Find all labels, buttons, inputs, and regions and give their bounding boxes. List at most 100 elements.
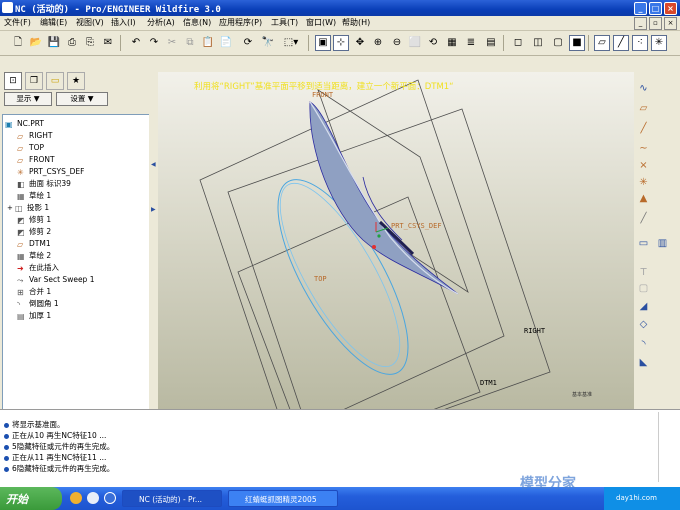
zoom-in-icon[interactable]: ⊕ <box>370 35 386 51</box>
model-tree-tab-icon[interactable]: ⊡ <box>4 72 22 90</box>
quicklaunch-icon[interactable] <box>70 492 82 504</box>
model-tree-item[interactable]: ▦ 草绘 2 <box>17 250 51 262</box>
favorites-tab-icon[interactable]: ★ <box>67 72 85 90</box>
task-screenshot-tool[interactable]: 红蜻蜓抓图精灵2005 <box>228 490 338 507</box>
csys-toggle-icon[interactable]: ✳ <box>651 35 667 51</box>
model-tree-item[interactable]: ▱ DTM1 <box>17 238 51 250</box>
find-icon[interactable]: 🔭 <box>260 35 276 51</box>
model-tree-item[interactable]: ▱ RIGHT <box>17 130 52 142</box>
pattern-tool-icon[interactable]: ▥ <box>656 237 669 250</box>
datum-axes-toggle-icon[interactable]: ╱ <box>613 35 629 51</box>
show-dropdown[interactable]: 显示 ▼ <box>4 92 52 106</box>
model-tree-item[interactable]: ▱ FRONT <box>17 154 55 166</box>
model-tree-item[interactable]: ▤ 加厚 1 <box>17 310 51 322</box>
menu-window[interactable]: 窗口(W) <box>306 17 336 28</box>
model-tree-item[interactable]: ➜ 在此插入 <box>17 262 59 274</box>
message-scrollbar[interactable] <box>658 412 679 482</box>
datum-points-toggle-icon[interactable]: ⁖ <box>632 35 648 51</box>
datum-curve-tool-icon[interactable]: ∼ <box>637 142 650 155</box>
minimize-button[interactable]: _ <box>634 2 647 15</box>
paste-special-icon[interactable]: 📄 <box>218 35 234 51</box>
menu-view[interactable]: 视图(V) <box>76 17 104 28</box>
top-datum-plane[interactable] <box>227 108 551 409</box>
print-preview-icon[interactable]: ⎘ <box>82 35 98 51</box>
menu-insert[interactable]: 插入(I) <box>111 17 136 28</box>
save-icon[interactable]: 💾 <box>46 35 62 51</box>
insert-feature-icon[interactable]: ╱ <box>637 212 650 225</box>
csys-tool-icon[interactable]: ✳ <box>637 176 650 189</box>
layers-icon[interactable]: ≣ <box>463 35 479 51</box>
quicklaunch-icon[interactable] <box>104 492 116 504</box>
menu-file[interactable]: 文件(F) <box>4 17 31 28</box>
expand-arrow-icon[interactable]: ▶ <box>151 206 156 216</box>
hole-tool-icon[interactable]: T <box>637 266 650 279</box>
model-tree-item[interactable]: ⤳ Var Sect Sweep 1 <box>17 274 94 286</box>
shading-icon[interactable]: ■ <box>569 35 585 51</box>
selection-filter-icon[interactable]: ⬚▾ <box>280 35 302 51</box>
no-hidden-icon[interactable]: ▢ <box>550 35 566 51</box>
model-tree-item[interactable]: ◝ 倒圆角 1 <box>17 298 59 310</box>
zoom-out-icon[interactable]: ⊖ <box>389 35 405 51</box>
open-folder-icon[interactable]: 📂 <box>28 35 44 51</box>
menu-analysis[interactable]: 分析(A) <box>147 17 175 28</box>
folder-browser-tab-icon[interactable]: ▭ <box>46 72 64 90</box>
collapse-arrow-icon[interactable]: ◀ <box>151 161 156 171</box>
redo-icon[interactable]: ↷ <box>146 35 162 51</box>
datum-planes-toggle-icon[interactable]: ▱ <box>594 35 610 51</box>
draft-tool-icon[interactable]: ◇ <box>637 318 650 331</box>
new-file-icon[interactable]: 🗋 <box>10 35 26 51</box>
model-tree-item[interactable]: ⊞ 合并 1 <box>17 286 51 298</box>
model-tree-item[interactable]: ▦ 草绘 1 <box>17 190 51 202</box>
model-tree-item[interactable]: ◧ 曲面 标识39 <box>17 178 71 190</box>
task-proe[interactable]: NC (活动的) - Pr... <box>122 490 222 507</box>
doc-close-button[interactable]: × <box>664 17 677 30</box>
model-tree-item[interactable]: ▱ TOP <box>17 142 44 154</box>
datum-plane-tool-icon[interactable]: ▱ <box>637 102 650 115</box>
email-icon[interactable]: ✉ <box>100 35 116 51</box>
undo-icon[interactable]: ↶ <box>128 35 144 51</box>
extrude-tool-icon[interactable]: ▭ <box>637 237 650 250</box>
rib-tool-icon[interactable]: ◢ <box>637 300 650 313</box>
doc-minimize-button[interactable]: _ <box>634 17 647 30</box>
maximize-button[interactable]: □ <box>649 2 662 15</box>
model-tree-item[interactable]: ▣ NC.PRT <box>5 118 44 130</box>
start-button[interactable]: 开始 <box>0 487 62 510</box>
menu-applications[interactable]: 应用程序(P) <box>219 17 262 28</box>
wireframe-icon[interactable]: ◻ <box>510 35 526 51</box>
model-graphics[interactable]: FRONT PRT_CSYS_DEF TOP RIGHT DTM1 基本基准 <box>158 72 634 409</box>
expand-toggle-icon[interactable]: + <box>7 202 15 214</box>
hidden-line-icon[interactable]: ◫ <box>530 35 546 51</box>
orient-mode-icon[interactable]: ✥ <box>352 35 368 51</box>
chamfer-tool-icon[interactable]: ◣ <box>637 356 650 369</box>
panel-splitter[interactable]: ◀ ▶ <box>149 56 158 409</box>
menu-edit[interactable]: 编辑(E) <box>40 17 67 28</box>
model-tree-item[interactable]: ◩ 修剪 1 <box>17 214 51 226</box>
analysis-feature-icon[interactable]: ▲ <box>637 192 650 205</box>
copy-icon[interactable]: ⧉ <box>182 35 198 51</box>
menu-tools[interactable]: 工具(T) <box>271 17 298 28</box>
reorient-icon[interactable]: ⟲ <box>425 35 441 51</box>
datum-axis-tool-icon[interactable]: ╱ <box>637 122 650 135</box>
settings-dropdown[interactable]: 设置 ▼ <box>56 92 108 106</box>
shell-tool-icon[interactable]: ▢ <box>637 282 650 295</box>
model-tree-item[interactable]: ✳ PRT_CSYS_DEF <box>17 166 84 178</box>
layer-tree-tab-icon[interactable]: ❐ <box>25 72 43 90</box>
menu-help[interactable]: 帮助(H) <box>342 17 370 28</box>
datum-point-tool-icon[interactable]: × <box>637 159 650 172</box>
menu-info[interactable]: 信息(N) <box>183 17 211 28</box>
paste-icon[interactable]: 📋 <box>200 35 216 51</box>
model-tree-item[interactable]: ◩ 修剪 2 <box>17 226 51 238</box>
cut-icon[interactable]: ✂ <box>164 35 180 51</box>
spin-center-icon[interactable]: ⊹ <box>333 35 349 51</box>
view-manager-icon[interactable]: ▤ <box>483 35 499 51</box>
model-tree-item[interactable]: + ◫ 投影 1 <box>7 202 49 214</box>
graphics-viewport[interactable]: FRONT PRT_CSYS_DEF TOP RIGHT DTM1 基本基准 利… <box>158 72 634 409</box>
repaint-icon[interactable]: ▣ <box>315 35 331 51</box>
print-icon[interactable]: ⎙ <box>64 35 80 51</box>
refit-icon[interactable]: ⬜ <box>407 35 423 51</box>
saved-views-icon[interactable]: ▦ <box>444 35 460 51</box>
close-button[interactable]: × <box>664 2 677 15</box>
doc-restore-button[interactable]: ▫ <box>649 17 662 30</box>
quicklaunch-icon[interactable] <box>87 492 99 504</box>
regenerate-icon[interactable]: ⟳ <box>240 35 256 51</box>
